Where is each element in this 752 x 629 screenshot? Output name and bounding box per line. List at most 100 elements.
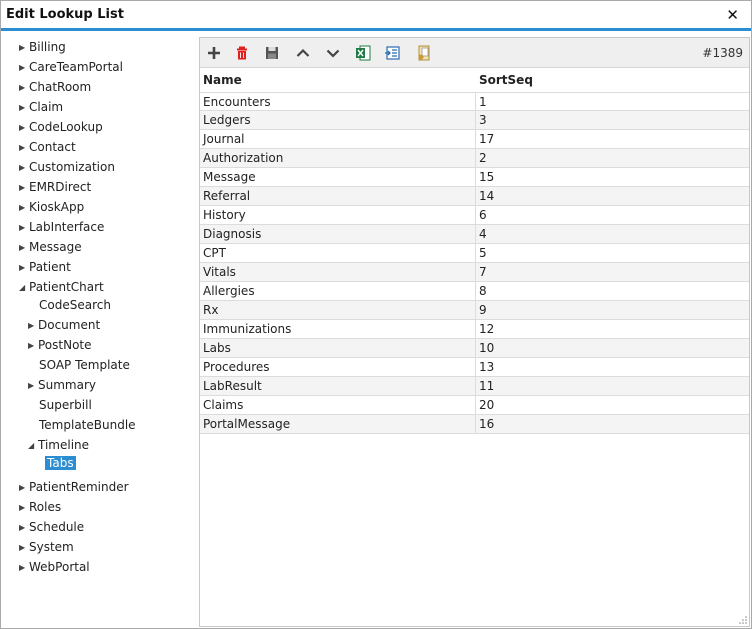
tree-node[interactable]: ▶ Claim [19,97,63,117]
move-down-icon[interactable] [324,44,342,62]
table-row[interactable]: Diagnosis 4 [200,225,749,244]
name-cell[interactable]: Allergies [200,282,476,301]
collapsed-arrow-icon[interactable]: ▶ [19,98,29,118]
tree-node[interactable]: ▶ PostNote [28,335,92,355]
tree-node[interactable]: CodeSearch [39,295,111,315]
name-cell[interactable]: Referral [200,187,476,206]
sortseq-cell[interactable]: 15 [476,168,749,187]
delete-icon[interactable] [233,44,251,62]
expanded-arrow-icon[interactable]: ◢ [28,436,38,456]
collapsed-arrow-icon[interactable]: ▶ [19,178,29,198]
tree-node[interactable]: ◢ PatientChart [19,277,104,297]
table-row[interactable]: Allergies 8 [200,282,749,301]
tree-node[interactable]: ▶ System [19,537,74,557]
tree-node[interactable]: ▶ Roles [19,497,61,517]
table-row[interactable]: Encounters 1 [200,92,749,112]
name-cell[interactable]: CPT [200,244,476,263]
sortseq-cell[interactable]: 11 [476,377,749,396]
collapsed-arrow-icon[interactable]: ▶ [19,478,29,498]
tree-node[interactable]: ▶ Schedule [19,517,84,537]
name-cell[interactable]: Encounters [200,93,476,112]
collapsed-arrow-icon[interactable]: ▶ [19,198,29,218]
sortseq-cell[interactable]: 2 [476,149,749,168]
tree-node[interactable]: ▶ CodeLookup [19,117,103,137]
tree-node[interactable]: SOAP Template [39,355,130,375]
save-icon[interactable] [263,44,281,62]
table-row[interactable]: Immunizations 12 [200,320,749,339]
resize-grip-icon[interactable] [739,616,747,624]
table-row[interactable]: CPT 5 [200,244,749,263]
table-row[interactable]: Procedures 13 [200,358,749,377]
collapsed-arrow-icon[interactable]: ▶ [28,316,38,336]
name-cell[interactable]: LabResult [200,377,476,396]
sortseq-cell[interactable]: 6 [476,206,749,225]
table-row[interactable]: Message 15 [200,168,749,187]
export-excel-icon[interactable] [354,44,372,62]
name-cell[interactable]: Labs [200,339,476,358]
tree-node[interactable]: ▶ Billing [19,37,66,57]
collapsed-arrow-icon[interactable]: ▶ [19,218,29,238]
table-row[interactable]: Journal 17 [200,130,749,149]
name-cell[interactable]: Message [200,168,476,187]
tree-node[interactable]: ▶ Customization [19,157,115,177]
move-up-icon[interactable] [294,44,312,62]
name-cell[interactable]: Rx [200,301,476,320]
tree-node[interactable]: ◢ Timeline [28,435,89,455]
name-cell[interactable]: Claims [200,396,476,415]
tree-node[interactable]: TemplateBundle [39,415,136,435]
tree-node[interactable]: Superbill [39,395,92,415]
sortseq-cell[interactable]: 8 [476,282,749,301]
collapsed-arrow-icon[interactable]: ▶ [19,38,29,58]
sortseq-cell[interactable]: 10 [476,339,749,358]
sortseq-cell[interactable]: 7 [476,263,749,282]
sortseq-cell[interactable]: 1 [476,93,749,112]
collapsed-arrow-icon[interactable]: ▶ [19,118,29,138]
collapsed-arrow-icon[interactable]: ▶ [19,258,29,278]
name-cell[interactable]: Journal [200,130,476,149]
collapsed-arrow-icon[interactable]: ▶ [28,376,38,396]
table-row[interactable]: LabResult 11 [200,377,749,396]
collapsed-arrow-icon[interactable]: ▶ [19,498,29,518]
add-icon[interactable] [205,44,223,62]
name-cell[interactable]: Authorization [200,149,476,168]
tree-node[interactable]: ▶ CareTeamPortal [19,57,123,77]
table-row[interactable]: Ledgers 3 [200,111,749,130]
collapsed-arrow-icon[interactable]: ▶ [19,558,29,578]
sortseq-cell[interactable]: 5 [476,244,749,263]
tree-node[interactable]: ▶ Document [28,315,100,335]
table-row[interactable]: Labs 10 [200,339,749,358]
sortseq-cell[interactable]: 14 [476,187,749,206]
tree-node[interactable]: ▶ PatientReminder [19,477,129,497]
sortseq-cell[interactable]: 9 [476,301,749,320]
sortseq-cell[interactable]: 17 [476,130,749,149]
collapsed-arrow-icon[interactable]: ▶ [19,238,29,258]
expanded-arrow-icon[interactable]: ◢ [19,278,29,298]
table-row[interactable]: Claims 20 [200,396,749,415]
table-row[interactable]: Authorization 2 [200,149,749,168]
tree-node[interactable]: ▶ Contact [19,137,76,157]
table-row[interactable]: Referral 14 [200,187,749,206]
tree-node[interactable]: ▶ ChatRoom [19,77,91,97]
tree-node[interactable]: ▶ Patient [19,257,71,277]
column-header-name[interactable]: Name [200,69,476,91]
tree-node[interactable]: ▶ EMRDirect [19,177,91,197]
name-cell[interactable]: Ledgers [200,111,476,130]
name-cell[interactable]: Diagnosis [200,225,476,244]
sortseq-cell[interactable]: 13 [476,358,749,377]
tree-node[interactable]: ▶ KioskApp [19,197,84,217]
name-cell[interactable]: Procedures [200,358,476,377]
tree-node[interactable]: ▶ WebPortal [19,557,90,577]
collapsed-arrow-icon[interactable]: ▶ [19,138,29,158]
collapsed-arrow-icon[interactable]: ▶ [19,58,29,78]
sortseq-cell[interactable]: 12 [476,320,749,339]
column-header-sortseq[interactable]: SortSeq [476,69,749,91]
name-cell[interactable]: History [200,206,476,225]
name-cell[interactable]: Immunizations [200,320,476,339]
table-row[interactable]: History 6 [200,206,749,225]
collapsed-arrow-icon[interactable]: ▶ [19,538,29,558]
tree-node[interactable]: ▶ Message [19,237,82,257]
export-csv-icon[interactable] [384,44,402,62]
table-row[interactable]: PortalMessage 16 [200,415,749,434]
tree-node[interactable]: Tabs [45,453,76,473]
collapsed-arrow-icon[interactable]: ▶ [19,158,29,178]
